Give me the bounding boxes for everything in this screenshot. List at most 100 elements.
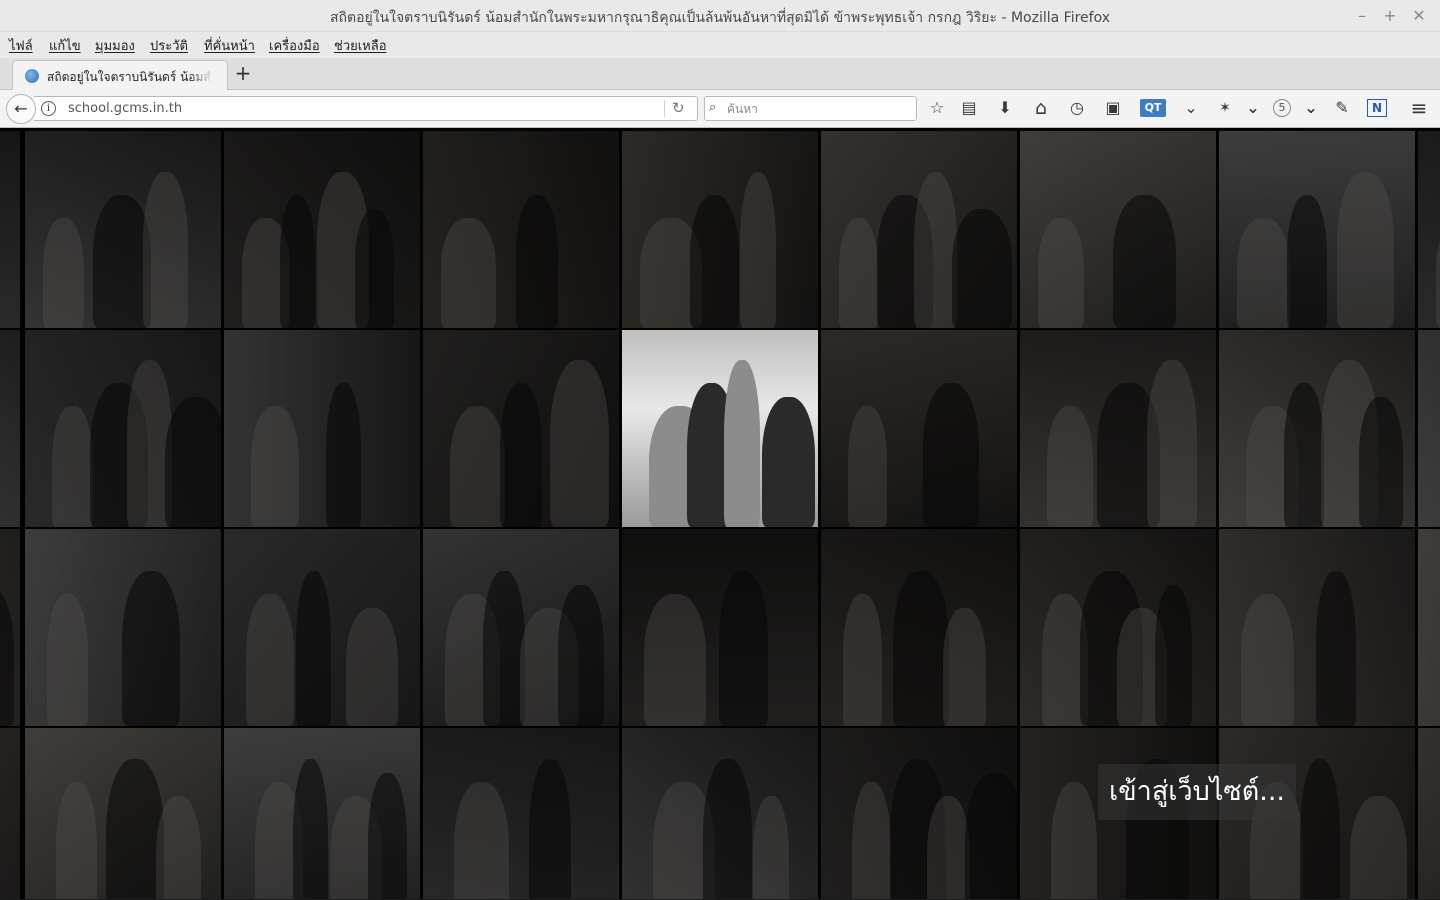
search-icon: ⌕ [709, 100, 717, 115]
photo-dim-overlay [1219, 330, 1415, 527]
photo-dim-overlay [1219, 529, 1415, 726]
photo-dim-overlay [25, 131, 221, 328]
photo-dim-overlay [0, 529, 20, 726]
photo-tile [622, 529, 818, 726]
screenshot-icon[interactable]: ▣ [1102, 97, 1124, 119]
maximize-button[interactable]: + [1381, 5, 1399, 27]
bookmark-star-icon[interactable]: ☆ [926, 97, 948, 119]
tab-active[interactable]: สถิตอยู่ในใจตราบนิรันดร์ น้อมสำนักในพระม… [12, 60, 228, 91]
count-badge[interactable]: 5 [1273, 99, 1291, 117]
photo-tile [1418, 330, 1440, 527]
photo-dim-overlay [224, 728, 420, 900]
menu-view[interactable]: มุมมอง [95, 35, 135, 56]
photo-tile [224, 131, 420, 328]
close-button[interactable]: ✕ [1410, 5, 1428, 27]
photo-tile [423, 728, 619, 900]
bird-addon-icon[interactable]: ✶ [1214, 97, 1236, 119]
new-tab-button[interactable]: + [232, 62, 254, 84]
photo-dim-overlay [821, 330, 1017, 527]
photo-tile [25, 131, 221, 328]
home-icon[interactable]: ⌂ [1030, 97, 1052, 119]
eyedropper-icon[interactable]: ✎ [1331, 97, 1353, 119]
photo-dim-overlay [1418, 529, 1440, 726]
photo-tile [25, 529, 221, 726]
back-button[interactable]: ← [6, 94, 36, 124]
photo-tile [0, 529, 20, 726]
site-favicon-icon [25, 69, 39, 83]
search-bar[interactable]: ⌕ [704, 96, 917, 121]
photo-dim-overlay [622, 728, 818, 900]
menu-history[interactable]: ประวัติ [150, 35, 188, 56]
photo-tile [0, 131, 20, 328]
photo-dim-overlay [1020, 529, 1216, 726]
photo-dim-overlay [423, 330, 619, 527]
site-info-icon[interactable]: i [41, 101, 56, 116]
chevron-down-icon[interactable]: ⌄ [1180, 97, 1202, 119]
photo-dim-overlay [1020, 330, 1216, 527]
pocket-save-icon[interactable]: ⌄ [1300, 97, 1322, 119]
photo-tile [423, 330, 619, 527]
photo-tile [1219, 330, 1415, 527]
enter-website-button[interactable]: เข้าสู่เว็บไซต์... [1098, 764, 1296, 820]
photo-dim-overlay [224, 330, 420, 527]
photo-tile [423, 529, 619, 726]
downloads-icon[interactable]: ⬇ [994, 97, 1016, 119]
photo-tile [821, 529, 1017, 726]
url-bar[interactable]: i school.gcms.in.th ↻ [34, 96, 698, 121]
photo-dim-overlay [821, 131, 1017, 328]
photo-tile [1418, 131, 1440, 328]
qt-addon-icon[interactable]: QT [1140, 99, 1166, 117]
menu-bookmarks[interactable]: ที่คั่นหน้า [204, 35, 255, 56]
photo-figure [724, 360, 760, 527]
photo-dim-overlay [0, 330, 20, 527]
photo-tile [1020, 330, 1216, 527]
photo-dim-overlay [423, 728, 619, 900]
photo-dim-overlay [1020, 131, 1216, 328]
photo-dim-overlay [821, 728, 1017, 900]
minimize-button[interactable]: – [1353, 5, 1371, 27]
photo-tile [224, 529, 420, 726]
photo-tile [821, 728, 1017, 900]
photo-tile [622, 330, 818, 527]
pocket-icon[interactable]: ⌄ [1242, 97, 1264, 119]
window-titlebar: สถิตอยู่ในใจตราบนิรันดร์ น้อมสำนักในพระม… [0, 0, 1440, 32]
photo-tile [821, 330, 1017, 527]
photo-tile [1219, 529, 1415, 726]
bookmarks-menu-icon[interactable]: ▤ [958, 97, 980, 119]
menu-edit[interactable]: แก้ไข [49, 35, 81, 56]
photo-dim-overlay [423, 131, 619, 328]
photo-tile [1020, 529, 1216, 726]
window-title: สถิตอยู่ในใจตราบนิรันดร์ น้อมสำนักในพระม… [330, 10, 1110, 26]
photo-dim-overlay [622, 529, 818, 726]
photo-dim-overlay [1418, 728, 1440, 900]
reload-icon[interactable]: ↻ [672, 99, 685, 117]
photo-tile [25, 330, 221, 527]
photo-dim-overlay [25, 529, 221, 726]
photo-tile [1418, 529, 1440, 726]
photo-figure [761, 397, 815, 527]
photo-tile [0, 728, 20, 900]
photo-dim-overlay [622, 131, 818, 328]
photo-tile [0, 330, 20, 527]
navigation-toolbar: i school.gcms.in.th ↻ ← ⌕ ☆ ▤ ⬇ ⌂ ◷ ▣ QT… [0, 90, 1440, 128]
menu-tools[interactable]: เครื่องมือ [269, 35, 320, 56]
menu-bar: ไฟล์ แก้ไข มุมมอง ประวัติ ที่คั่นหน้า เค… [0, 32, 1440, 58]
photo-dim-overlay [224, 131, 420, 328]
photo-tile [1418, 728, 1440, 900]
photo-tile [1020, 131, 1216, 328]
photo-tile [224, 728, 420, 900]
photo-tile [821, 131, 1017, 328]
url-text[interactable]: school.gcms.in.th [68, 101, 182, 116]
menu-help[interactable]: ช่วยเหลือ [334, 35, 387, 56]
history-clock-icon[interactable]: ◷ [1066, 97, 1088, 119]
url-separator [664, 100, 665, 117]
photo-tile [25, 728, 221, 900]
photo-dim-overlay [224, 529, 420, 726]
menu-file[interactable]: ไฟล์ [9, 35, 33, 56]
photo-tile [224, 330, 420, 527]
hamburger-menu-icon[interactable]: ≡ [1408, 97, 1430, 119]
search-input[interactable] [727, 100, 912, 118]
photo-dim-overlay [25, 330, 221, 527]
photo-dim-overlay [1418, 330, 1440, 527]
n-addon-icon[interactable]: N [1367, 99, 1387, 117]
